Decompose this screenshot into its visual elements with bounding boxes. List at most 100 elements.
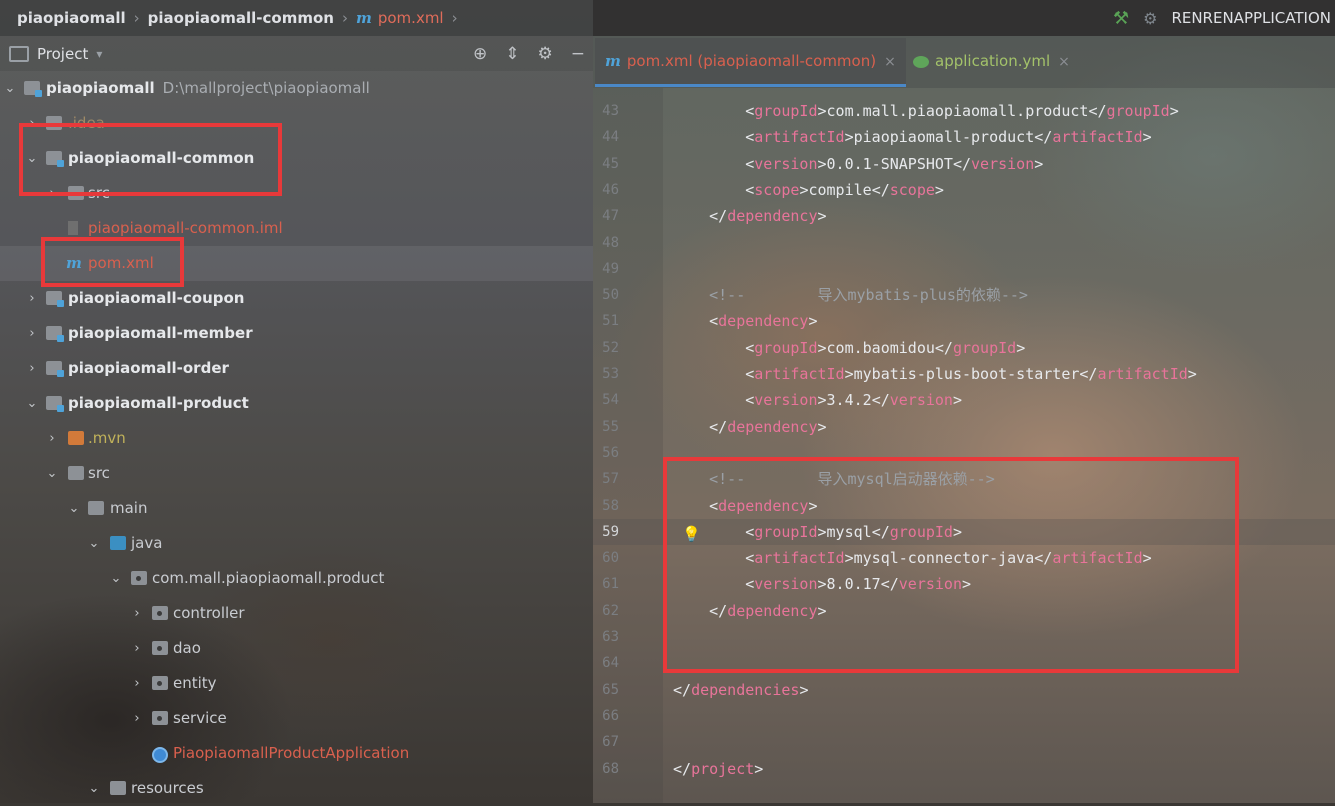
resources-folder-icon	[110, 781, 126, 795]
module-folder-icon	[46, 291, 64, 307]
code-line[interactable]: 52 <groupId>com.baomidou</groupId>	[593, 335, 1335, 361]
breadcrumb-module[interactable]: piaopiaomall-common	[148, 9, 334, 27]
tree-item-dao[interactable]: › dao	[0, 631, 593, 666]
breadcrumb-separator-icon: ›	[133, 9, 140, 27]
tree-item-label: piaopiaomall-product	[68, 394, 249, 412]
chevron-right-icon[interactable]: ›	[131, 596, 143, 631]
line-number: 63	[602, 629, 619, 645]
code-line[interactable]: 51 <dependency>	[593, 308, 1335, 334]
code-line[interactable]: 66	[593, 703, 1335, 729]
code-line[interactable]: 49	[593, 256, 1335, 282]
line-number: 50	[602, 287, 619, 304]
tree-item-mvn[interactable]: › .mvn	[0, 421, 593, 456]
tree-item-label: dao	[173, 639, 201, 657]
xml-token: >	[1142, 128, 1152, 147]
code-editor[interactable]: 43 <groupId>com.mall.piaopiaomall.produc…	[593, 88, 1335, 803]
tree-item-resources[interactable]: ⌄ resources	[0, 771, 593, 806]
chevron-down-icon[interactable]: ⌄	[88, 771, 100, 806]
code-line[interactable]: 44 <artifactId>piaopiaomall-product</art…	[593, 124, 1335, 150]
code-line[interactable]: 48	[593, 230, 1335, 256]
folder-icon	[68, 431, 84, 445]
xml-comment: <!-- 导入mybatis-plus的依赖-->	[709, 286, 1028, 305]
chevron-down-icon[interactable]: ⌄	[4, 71, 16, 106]
tree-item-piaopiaomall-order[interactable]: › piaopiaomall-order	[0, 351, 593, 386]
tab-application-yml[interactable]: application.yml ×	[903, 38, 1080, 84]
xml-token: </	[1034, 128, 1053, 147]
breadcrumb-separator-icon: ›	[341, 9, 348, 27]
tree-item-piaopiaomall-product[interactable]: ⌄ piaopiaomall-product	[0, 386, 593, 421]
close-icon[interactable]: ×	[884, 54, 896, 70]
chevron-right-icon[interactable]: ›	[26, 316, 38, 351]
line-number: 53	[602, 366, 619, 382]
code-line[interactable]: 50 <!-- 导入mybatis-plus的依赖-->	[593, 282, 1335, 308]
xml-token: >	[817, 154, 827, 173]
chevron-right-icon[interactable]: ›	[26, 351, 38, 386]
code-text: </dependency>	[673, 203, 826, 229]
chevron-down-icon[interactable]: ▾	[96, 47, 102, 61]
project-view-title[interactable]: Project	[37, 45, 88, 63]
line-number: 67	[602, 734, 619, 751]
xml-token: 3.4.2	[826, 391, 872, 410]
chevron-down-icon[interactable]: ⌄	[46, 456, 58, 491]
locate-crosshair-icon[interactable]: ⊕	[473, 44, 487, 64]
tree-item-product-src[interactable]: ⌄ src	[0, 456, 593, 491]
collapse-all-icon[interactable]: ⇕	[505, 44, 519, 64]
tree-item-main[interactable]: ⌄ main	[0, 491, 593, 526]
gear-icon[interactable]: ⚙	[538, 44, 553, 64]
code-line[interactable]: 55 </dependency>	[593, 414, 1335, 440]
xml-tag-name: version	[754, 154, 818, 173]
close-icon[interactable]: ×	[1058, 54, 1070, 70]
code-line[interactable]: 46 <scope>compile</scope>	[593, 177, 1335, 203]
project-panel-header: Project ▾ ⊕ ⇕ ⚙ −	[0, 36, 593, 71]
package-icon	[152, 641, 168, 655]
code-line[interactable]: 43 <groupId>com.mall.piaopiaomall.produc…	[593, 98, 1335, 124]
package-icon	[152, 606, 168, 620]
code-line[interactable]: 67	[593, 729, 1335, 755]
build-hammer-icon[interactable]: ⚒	[1113, 8, 1129, 29]
xml-tag-name: artifactId	[754, 128, 845, 147]
breadcrumb: piaopiaomall › piaopiaomall-common › m p…	[17, 9, 466, 27]
code-line[interactable]: 53 <artifactId>mybatis-plus-boot-starter…	[593, 361, 1335, 387]
code-line[interactable]: 45 <version>0.0.1-SNAPSHOT</version>	[593, 151, 1335, 177]
folder-icon	[88, 501, 104, 515]
tree-item-label: resources	[131, 779, 204, 797]
xml-token: <	[745, 128, 755, 147]
tree-item-package-product[interactable]: ⌄ com.mall.piaopiaomall.product	[0, 561, 593, 596]
chevron-right-icon[interactable]: ›	[46, 421, 58, 456]
tree-item-piaopiaomall-member[interactable]: › piaopiaomall-member	[0, 316, 593, 351]
chevron-down-icon[interactable]: ⌄	[68, 491, 80, 526]
code-line[interactable]: 54 <version>3.4.2</version>	[593, 387, 1335, 413]
chevron-right-icon[interactable]: ›	[131, 701, 143, 736]
editor-tab-bar: m pom.xml (piaopiaomall-common) × applicat…	[593, 36, 1335, 88]
tree-item-controller[interactable]: › controller	[0, 596, 593, 631]
chevron-right-icon[interactable]: ›	[131, 666, 143, 701]
xml-tag-name: scope	[889, 180, 935, 199]
chevron-right-icon[interactable]: ›	[26, 281, 38, 316]
chevron-down-icon[interactable]: ⌄	[110, 561, 122, 596]
breadcrumb-file[interactable]: pom.xml	[378, 9, 444, 27]
code-line[interactable]: 68 </project>	[593, 756, 1335, 782]
code-line[interactable]: 47 </dependency>	[593, 203, 1335, 229]
breadcrumb-project[interactable]: piaopiaomall	[17, 9, 126, 27]
tree-item-entity[interactable]: › entity	[0, 666, 593, 701]
line-number: 46	[602, 181, 619, 198]
code-line[interactable]: 65 </dependencies>	[593, 677, 1335, 703]
tree-item-product-application[interactable]: PiaopiaomallProductApplication	[0, 736, 593, 771]
run-configuration-selector[interactable]: RENRENAPPLICATION	[1171, 9, 1331, 27]
tab-pom-xml[interactable]: m pom.xml (piaopiaomall-common) ×	[595, 38, 906, 87]
tree-item-service[interactable]: › service	[0, 701, 593, 736]
tree-item-piaopiaomall[interactable]: ⌄ piaopiaomall D:\mallproject\piaopiaomal…	[0, 71, 593, 106]
xml-tag-name: dependency	[727, 207, 818, 226]
tree-item-java[interactable]: ⌄ java	[0, 526, 593, 561]
minimize-icon[interactable]: −	[571, 44, 585, 64]
code-text: <!-- 导入mybatis-plus的依赖-->	[673, 282, 1028, 308]
chevron-down-icon[interactable]: ⌄	[26, 386, 38, 421]
xml-token: 0.0.1-SNAPSHOT	[826, 154, 953, 173]
xml-token: >	[754, 759, 764, 778]
xml-tag-name: version	[971, 154, 1035, 173]
tree-item-label: .mvn	[88, 429, 126, 447]
chevron-down-icon[interactable]: ⌄	[88, 526, 100, 561]
line-number: 64	[602, 655, 619, 672]
chevron-right-icon[interactable]: ›	[131, 631, 143, 666]
tree-item-label: PiaopiaomallProductApplication	[173, 744, 410, 762]
